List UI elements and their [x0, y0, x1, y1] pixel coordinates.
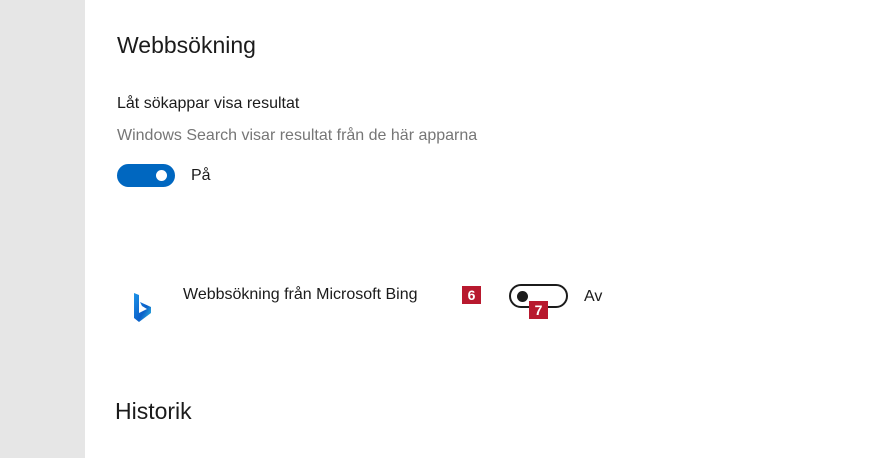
annotation-badge-7: 7: [529, 301, 548, 319]
web-search-heading: Webbsökning: [117, 32, 256, 58]
toggle-knob: [517, 291, 528, 302]
toggle-knob: [156, 170, 167, 181]
navigation-pane: [0, 0, 85, 458]
search-apps-toggle-state: På: [191, 167, 211, 184]
history-heading: Historik: [115, 398, 192, 424]
search-apps-description: Windows Search visar resultat från de hä…: [117, 127, 478, 144]
bing-search-toggle-state: Av: [584, 288, 603, 305]
search-apps-label: Låt sökappar visa resultat: [117, 95, 300, 112]
bing-logo-icon: [134, 293, 151, 322]
search-apps-toggle[interactable]: [117, 164, 175, 187]
annotation-badge-6: 6: [462, 286, 481, 304]
settings-content: Webbsökning Låt sökappar visa resultat W…: [85, 0, 886, 458]
bing-search-label: Webbsökning från Microsoft Bing: [183, 286, 418, 303]
